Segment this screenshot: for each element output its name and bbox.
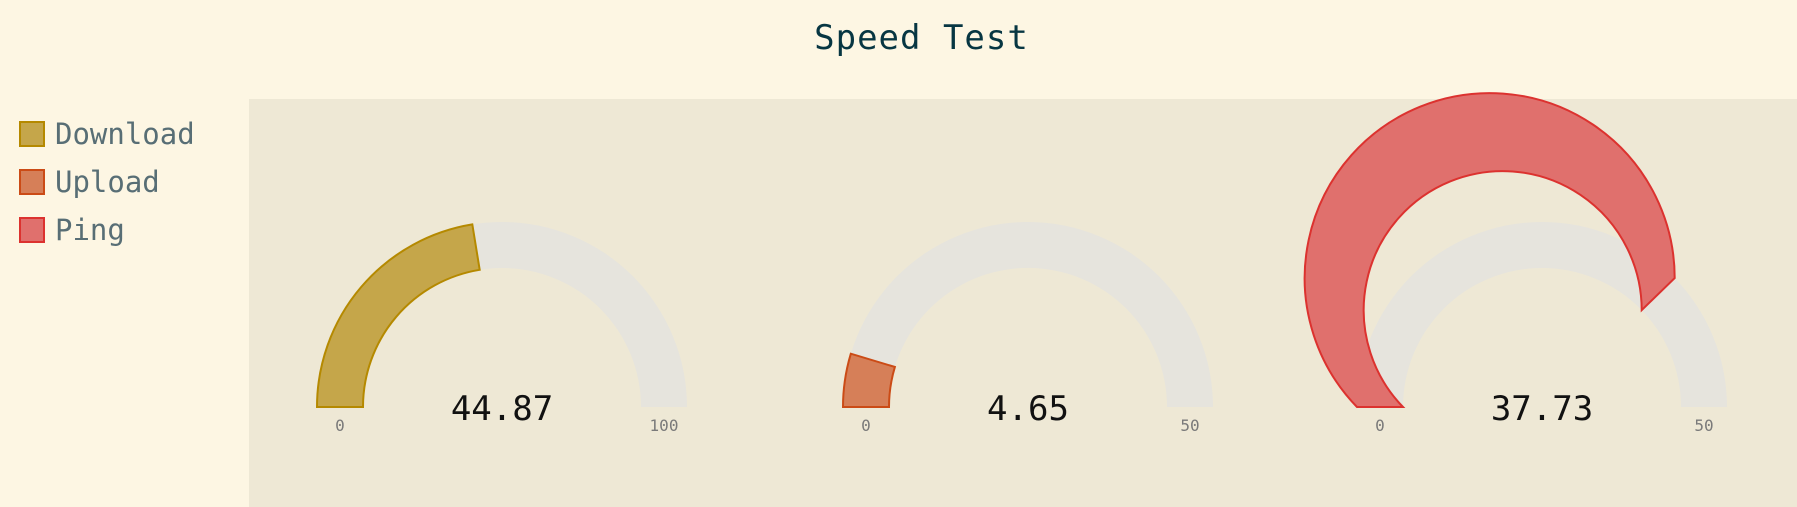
gauge-max-label-download: 100 [650,416,679,435]
gauge-track-upload [843,222,1213,407]
gauge-value-label-upload: 4.65 [987,389,1069,429]
gauges-svg: 44.87 0 100 4.65 0 50 37.73 0 50 [315,92,1727,435]
gauge-ping: 37.73 0 50 [1303,92,1727,435]
gauge-min-label-ping: 0 [1375,416,1385,435]
gauge-upload: 4.65 0 50 [841,222,1213,435]
gauge-value-label-download: 44.87 [451,389,553,429]
chart-page: Speed Test Download Upload Ping 44.87 0 10… [0,0,1797,507]
gauge-download: 44.87 0 100 [315,222,687,435]
gauge-min-label-upload: 0 [861,416,871,435]
gauge-min-label-download: 0 [335,416,345,435]
gauge-max-label-upload: 50 [1180,416,1199,435]
gauge-value-label-ping: 37.73 [1491,389,1593,429]
gauge-max-label-ping: 50 [1694,416,1713,435]
gauge-value-arc-download[interactable] [315,223,481,408]
